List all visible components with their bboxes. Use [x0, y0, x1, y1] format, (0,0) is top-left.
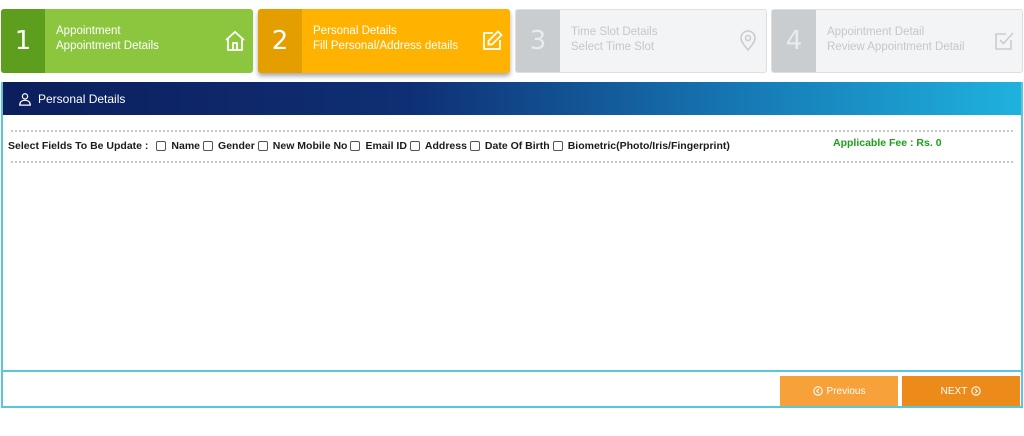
step-title: Personal Details: [313, 25, 397, 37]
edit-icon: [474, 9, 510, 73]
step-number: 3: [516, 10, 560, 72]
circle-chevron-left-icon: [812, 386, 823, 396]
option-gender[interactable]: Gender: [203, 140, 255, 152]
step-number: 4: [772, 10, 816, 72]
step-time-slot[interactable]: 3 Time Slot Details Select Time Slot: [515, 9, 767, 73]
personal-details-panel: Personal Details Select Fields To Be Upd…: [1, 82, 1023, 408]
footer-bar: Previous NEXT: [1, 370, 1023, 408]
option-new-mobile-no[interactable]: New Mobile No: [257, 140, 347, 152]
next-button[interactable]: NEXT: [902, 376, 1020, 406]
step-personal-details[interactable]: 2 Personal Details Fill Personal/Address…: [258, 9, 510, 73]
circle-chevron-right-icon: [971, 386, 982, 396]
option-date-of-birth[interactable]: Date Of Birth: [469, 140, 550, 152]
biometric-checkbox[interactable]: [552, 141, 563, 151]
step-subtitle: Review Appointment Detail: [827, 41, 965, 53]
step-subtitle: Appointment Details: [56, 40, 159, 52]
panel-title: Personal Details: [38, 91, 126, 106]
step-title: Time Slot Details: [571, 26, 658, 38]
option-biometric[interactable]: Biometric(Photo/Iris/Fingerprint): [552, 140, 730, 152]
applicable-fee: Applicable Fee : Rs. 0: [833, 137, 942, 149]
update-fields-label: Select Fields To Be Update :: [8, 140, 149, 152]
email-checkbox[interactable]: [350, 141, 361, 151]
step-subtitle: Fill Personal/Address details: [313, 40, 459, 52]
step-number: 2: [258, 9, 302, 73]
checkbox-icon: [986, 10, 1022, 72]
step-subtitle: Select Time Slot: [571, 41, 655, 53]
update-fields-row: Select Fields To Be Update : Name Gender…: [8, 137, 1011, 155]
divider: [11, 161, 1013, 163]
divider: [11, 130, 1013, 132]
step-title: Appointment Detail: [827, 26, 925, 38]
previous-button[interactable]: Previous: [780, 376, 898, 406]
home-icon: [217, 9, 253, 73]
option-address[interactable]: Address: [409, 140, 467, 152]
date-of-birth-checkbox[interactable]: [469, 141, 480, 151]
step-appointment[interactable]: 1 Appointment Appointment Details: [1, 9, 253, 73]
new-mobile-checkbox[interactable]: [257, 141, 268, 151]
location-pin-icon: [730, 10, 766, 72]
option-email-id[interactable]: Email ID: [350, 140, 407, 152]
address-checkbox[interactable]: [409, 141, 420, 151]
step-appointment-detail[interactable]: 4 Appointment Detail Review Appointment …: [771, 9, 1023, 73]
wizard-steps: 1 Appointment Appointment Details 2 Pers…: [0, 9, 1024, 75]
option-name[interactable]: Name: [156, 140, 200, 152]
step-title: Appointment: [56, 25, 121, 37]
user-icon: [19, 92, 31, 106]
name-checkbox[interactable]: [156, 141, 167, 151]
gender-checkbox[interactable]: [203, 141, 214, 151]
step-number: 1: [1, 9, 45, 73]
panel-header: Personal Details: [3, 82, 1021, 115]
